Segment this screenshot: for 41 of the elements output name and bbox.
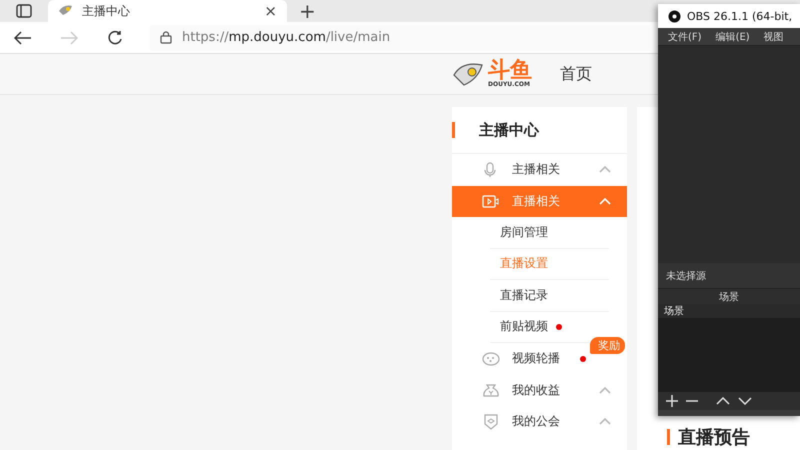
source-label: 未选择源 [666, 270, 706, 282]
back-icon[interactable] [14, 30, 32, 44]
add-icon[interactable] [666, 395, 678, 407]
money-bag-icon [482, 382, 500, 399]
menu-group-row[interactable]: 我的收益 [452, 374, 627, 406]
browser-tab[interactable]: 主播中心 × [48, 0, 287, 22]
new-tab-button[interactable]: + [287, 0, 328, 22]
tab-actions-icon[interactable] [16, 4, 32, 18]
nav-link[interactable]: 首页 [560, 64, 592, 84]
menu-item[interactable]: 文件(F) [668, 30, 702, 44]
chat-bubble-icon [482, 350, 500, 368]
dock-title: 场景 [719, 290, 739, 304]
move-up-icon[interactable] [716, 397, 730, 405]
sidebar-title: 主播中心 [479, 120, 539, 140]
submenu-item[interactable]: 房间管理 [500, 224, 548, 241]
menu-item[interactable]: 视频轮播 [512, 350, 560, 368]
reload-icon[interactable] [107, 30, 123, 46]
menu-item[interactable]: 视图 [764, 30, 784, 44]
logo-text: 斗鱼 [488, 60, 532, 82]
menu-item[interactable]: 编辑(E) [716, 30, 750, 44]
url-text: https://mp.douyu.com/live/main [182, 30, 390, 45]
reward-badge: 奖励 [590, 337, 625, 354]
lock-icon [160, 31, 172, 44]
shield-icon [482, 413, 500, 430]
menu-group-label: 我的收益 [512, 382, 560, 399]
menu-group-row[interactable]: 我的公会 [452, 406, 627, 438]
window-title: OBS 26.1.1 (64-bit, [687, 10, 792, 22]
section-heading: 直播预告 [678, 426, 750, 449]
tab-title: 主播中心 [82, 2, 131, 20]
scene-item[interactable]: 场景 [658, 304, 800, 318]
app-logo-icon [668, 10, 681, 22]
menu-group-row[interactable]: 主播相关 [452, 154, 627, 186]
address-field[interactable]: https://mp.douyu.com/live/main [150, 24, 650, 50]
move-down-icon[interactable] [738, 397, 752, 405]
menu-group-label: 我的公会 [512, 413, 560, 430]
menu-group-label: 直播相关 [512, 192, 560, 210]
menu-group-label: 主播相关 [512, 161, 560, 178]
submenu-item[interactable]: 前贴视频 [500, 318, 548, 336]
close-tab-button[interactable]: × [264, 2, 277, 20]
video-icon [482, 192, 500, 210]
submenu-item[interactable]: 直播记录 [500, 286, 548, 304]
